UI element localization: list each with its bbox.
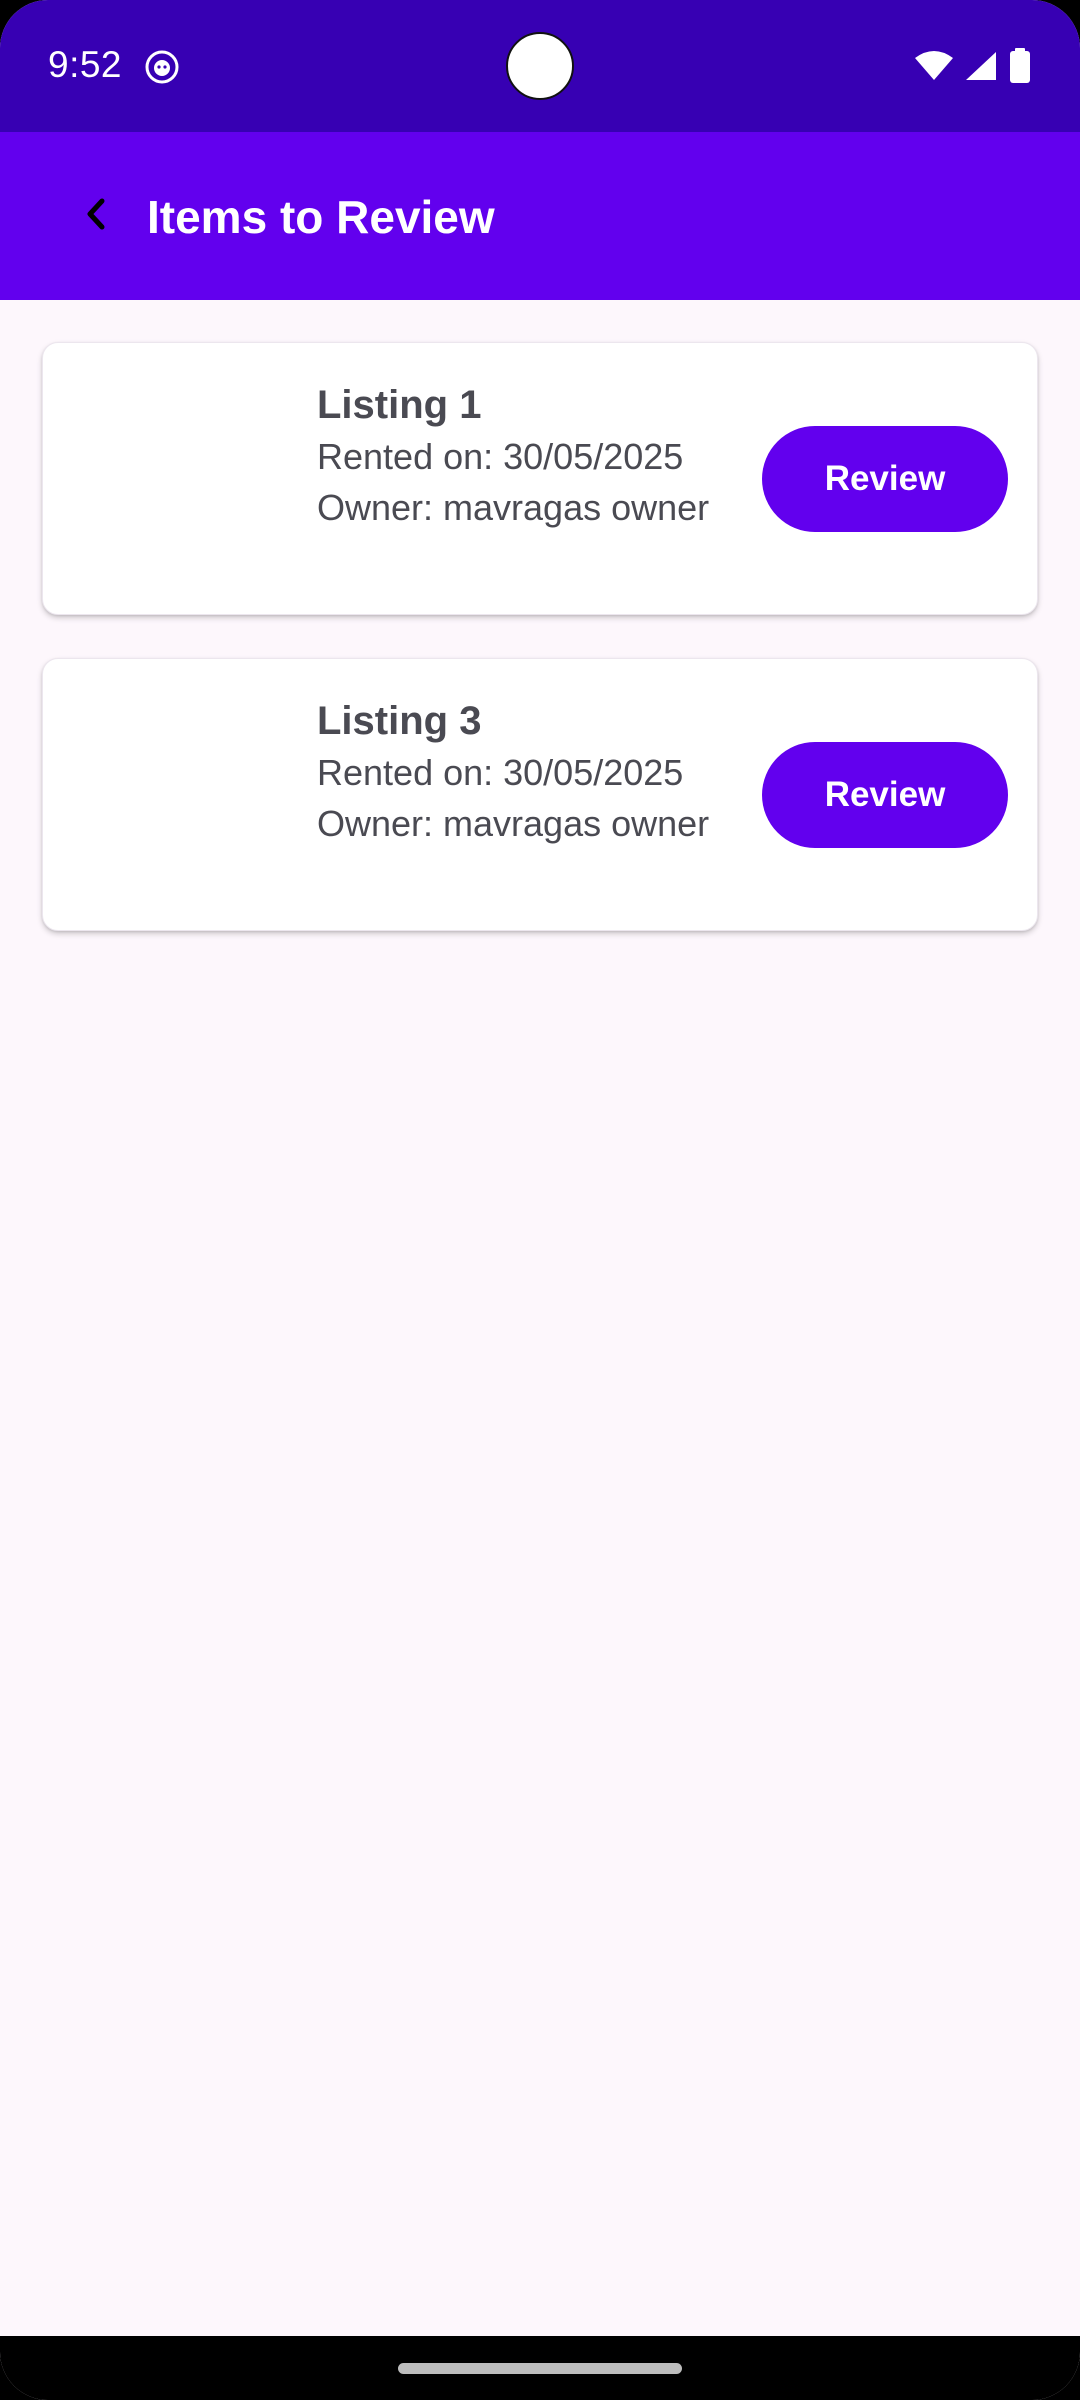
status-icons — [914, 48, 1032, 89]
review-button[interactable]: Review — [762, 426, 1008, 532]
owner-name: Owner: mavragas owner — [317, 803, 710, 844]
cellular-signal-icon — [964, 50, 998, 87]
review-item-card: Listing 3 Rented on: 30/05/2025 Owner: m… — [42, 658, 1038, 931]
camera-cutout — [506, 32, 574, 100]
chevron-left-icon — [80, 196, 112, 237]
listing-info: Listing 1 Rented on: 30/05/2025 Owner: m… — [317, 379, 709, 533]
back-button[interactable] — [60, 180, 132, 252]
battery-icon — [1008, 48, 1032, 89]
app-notification-icon — [145, 50, 179, 84]
wifi-icon — [914, 50, 954, 87]
page-title: Items to Review — [147, 191, 495, 243]
status-time: 9:52 — [48, 44, 123, 85]
review-items-list: Listing 1 Rented on: 30/05/2025 Owner: m… — [42, 342, 1038, 974]
listing-title: Listing 1 — [317, 383, 482, 427]
home-indicator[interactable] — [398, 2363, 682, 2374]
listing-title: Listing 3 — [317, 699, 482, 743]
listing-info: Listing 3 Rented on: 30/05/2025 Owner: m… — [317, 695, 709, 849]
review-button[interactable]: Review — [762, 742, 1008, 848]
review-item-card: Listing 1 Rented on: 30/05/2025 Owner: m… — [42, 342, 1038, 615]
listing-thumbnail — [75, 373, 285, 583]
phone-screen: 9:52 Items to Review Listing 1 Rented on… — [0, 0, 1080, 2400]
owner-name: Owner: mavragas owner — [317, 487, 710, 528]
listing-thumbnail — [75, 689, 285, 899]
rented-date: Rented on: 30/05/2025 — [317, 436, 684, 477]
navigation-bar — [0, 2336, 1080, 2400]
app-bar: Items to Review — [0, 132, 1080, 300]
status-bar: 9:52 — [0, 0, 1080, 132]
rented-date: Rented on: 30/05/2025 — [317, 752, 684, 793]
